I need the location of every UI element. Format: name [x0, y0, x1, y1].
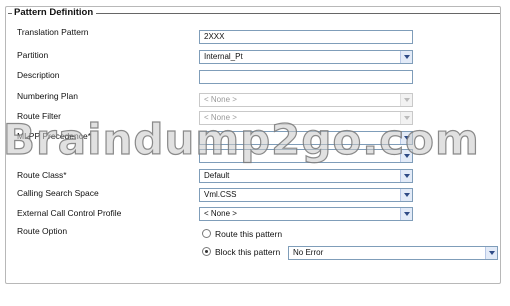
block-this-pattern-option[interactable]: Block this pattern — [202, 246, 280, 259]
radio-icon[interactable] — [202, 229, 211, 238]
route-option-label: Route Option — [17, 226, 68, 236]
partition-select-value: Internal_Pt — [204, 52, 243, 61]
route-filter-select: < None > — [199, 111, 413, 125]
route-class-label: Route Class* — [17, 170, 66, 181]
mlpp-precedence-label: MLPP Precedence* — [17, 131, 91, 142]
chevron-down-icon[interactable] — [400, 150, 412, 162]
block-reason-select-value: No Error — [293, 248, 324, 257]
route-class-select-value: Default — [204, 171, 230, 180]
chevron-down-icon — [400, 112, 412, 124]
route-class-label-text: Route Class — [17, 170, 64, 180]
chevron-down-icon — [400, 94, 412, 106]
chevron-down-icon[interactable] — [400, 189, 412, 201]
description-input[interactable] — [199, 70, 413, 84]
external-call-control-profile-select-value: < None > — [204, 209, 237, 218]
numbering-plan-label: Numbering Plan — [17, 91, 78, 101]
mlpp-precedence-label-text: MLPP Precedence — [17, 131, 88, 141]
pattern-definition-panel: Pattern Definition Translation Pattern 2… — [0, 0, 510, 306]
partition-select[interactable]: Internal_Pt — [199, 50, 413, 64]
external-call-control-profile-select[interactable]: < None > — [199, 207, 413, 221]
required-mark: * — [63, 171, 67, 180]
mlpp-precedence-select[interactable] — [199, 131, 413, 145]
route-filter-select-value: < None > — [204, 113, 237, 122]
chevron-down-icon[interactable] — [400, 208, 412, 220]
section-legend: Pattern Definition — [12, 7, 97, 18]
pattern-definition-fieldset — [5, 6, 501, 284]
chevron-down-icon[interactable] — [400, 170, 412, 182]
route-this-pattern-label: Route this pattern — [215, 229, 283, 239]
radio-icon[interactable] — [202, 247, 211, 256]
partition-label: Partition — [17, 50, 49, 60]
external-call-control-profile-label: External Call Control Profile — [17, 208, 122, 218]
numbering-plan-select-value: < None > — [204, 95, 237, 104]
numbering-plan-select: < None > — [199, 93, 413, 107]
calling-search-space-label: Calling Search Space — [17, 188, 99, 198]
calling-search-space-select-value: Vml.CSS — [204, 190, 237, 199]
translation-pattern-label: Translation Pattern — [17, 27, 89, 37]
chevron-down-icon[interactable] — [485, 247, 497, 259]
block-reason-select[interactable]: No Error — [288, 246, 498, 260]
required-mark: * — [87, 132, 91, 141]
block-this-pattern-label: Block this pattern — [215, 247, 281, 257]
resource-priority-select[interactable] — [199, 149, 413, 163]
chevron-down-icon[interactable] — [400, 51, 412, 63]
calling-search-space-select[interactable]: Vml.CSS — [199, 188, 413, 202]
route-filter-label: Route Filter — [17, 111, 61, 121]
description-label: Description — [17, 70, 60, 80]
chevron-down-icon[interactable] — [400, 132, 412, 144]
route-class-select[interactable]: Default — [199, 169, 413, 183]
translation-pattern-input[interactable]: 2XXX — [199, 30, 413, 44]
route-this-pattern-option[interactable]: Route this pattern — [202, 228, 282, 241]
